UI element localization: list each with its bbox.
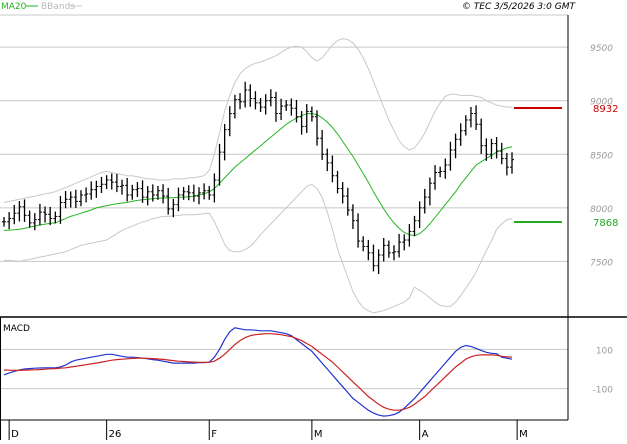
x-tick-label: M xyxy=(314,429,323,440)
x-tick-label: D xyxy=(11,429,19,440)
x-tick-label: M xyxy=(519,429,528,440)
source-timestamp: © TEC 3/5/2026 3:0 GMT xyxy=(462,2,577,12)
price-tick-label: 8500 xyxy=(590,151,613,161)
macd-tick-label: -100 xyxy=(593,386,614,396)
ma20-legend-label: MA20 xyxy=(1,2,27,12)
stock-chart: MA20 BBands © TEC 3/5/2026 3:0 GMT 89327… xyxy=(0,0,627,440)
bbands-legend-label: BBands xyxy=(41,2,75,12)
price-tick-label: 9000 xyxy=(590,98,613,108)
support-label: 7868 xyxy=(593,218,618,229)
price-tick-label: 9500 xyxy=(590,44,613,54)
macd-title: MACD xyxy=(3,324,30,334)
macd-tick-label: 100 xyxy=(596,346,613,356)
x-tick-label: F xyxy=(211,429,217,440)
x-tick-label: A xyxy=(422,429,429,440)
price-tick-label: 8000 xyxy=(590,205,613,215)
chart-stage: MA20 BBands © TEC 3/5/2026 3:0 GMT 8932 7… xyxy=(0,0,627,440)
x-tick-label: 26 xyxy=(109,429,122,440)
price-tick-label: 7500 xyxy=(590,258,613,268)
